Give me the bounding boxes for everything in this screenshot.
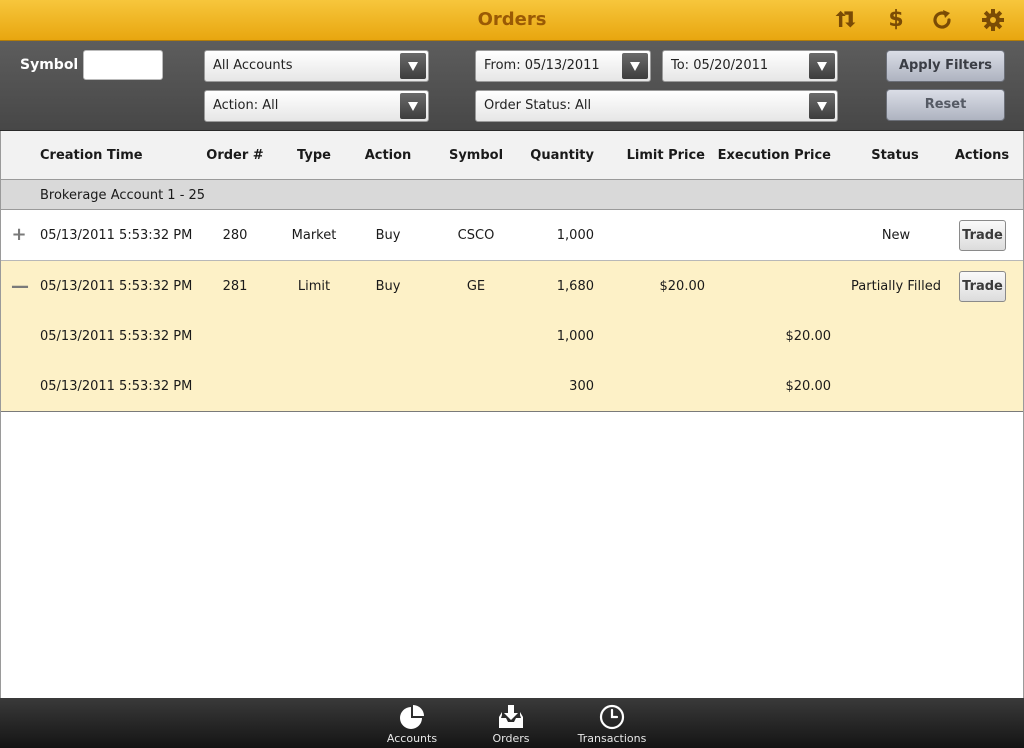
- reset-button[interactable]: Reset: [886, 89, 1005, 121]
- chevron-down-icon: [809, 53, 835, 79]
- column-header-status: Status: [871, 148, 919, 163]
- table-row[interactable]: + 05/13/2011 5:53:32 PM 280 Market Buy C…: [0, 210, 1024, 261]
- trade-button[interactable]: Trade: [959, 271, 1006, 302]
- execution-price: $20.00: [785, 329, 832, 344]
- order-symbol: CSCO: [457, 228, 495, 243]
- to-date-value: To: 05/20/2011: [671, 58, 769, 73]
- creation-time: 05/13/2011 5:53:32 PM: [40, 228, 193, 243]
- order-status-select[interactable]: Order Status: All: [475, 90, 838, 122]
- dollar-symbol: $: [888, 7, 904, 32]
- apply-filters-button[interactable]: Apply Filters: [886, 50, 1005, 82]
- bottom-tab-bar: Accounts Orders Transactions: [0, 698, 1024, 748]
- filter-bar: Symbol All Accounts Action: All From: 05…: [0, 41, 1024, 131]
- tab-transactions-label: Transactions: [577, 732, 647, 745]
- order-number: 281: [222, 279, 248, 294]
- clock-icon: [598, 703, 626, 731]
- symbol-input[interactable]: [83, 50, 163, 80]
- expand-icon[interactable]: +: [11, 226, 27, 244]
- execution-price: $20.00: [785, 379, 832, 394]
- collapse-icon[interactable]: —: [11, 278, 29, 296]
- column-header-creation-time: Creation Time: [40, 148, 143, 163]
- execution-quantity: 300: [569, 379, 594, 394]
- column-header-action: Action: [364, 148, 412, 163]
- from-date-select[interactable]: From: 05/13/2011: [475, 50, 651, 82]
- tab-orders-label: Orders: [492, 732, 530, 745]
- table-left-border: [0, 131, 1, 698]
- order-limit-price: $20.00: [659, 279, 706, 294]
- account-group-label: Brokerage Account 1 - 25: [40, 188, 206, 203]
- from-date-value: From: 05/13/2011: [484, 58, 600, 73]
- column-header-quantity: Quantity: [530, 148, 594, 163]
- order-quantity: 1,680: [556, 279, 594, 294]
- execution-quantity: 1,000: [556, 329, 594, 344]
- tab-accounts-label: Accounts: [386, 732, 438, 745]
- order-status: Partially Filled: [851, 279, 941, 294]
- order-type: Market: [291, 228, 337, 243]
- dollar-icon[interactable]: $: [884, 8, 908, 32]
- chevron-down-icon: [809, 93, 835, 119]
- order-type: Limit: [297, 279, 331, 294]
- gear-icon[interactable]: [981, 8, 1005, 32]
- column-header-execution-price: Execution Price: [717, 148, 831, 163]
- order-number: 280: [222, 228, 248, 243]
- to-date-select[interactable]: To: 05/20/2011: [662, 50, 838, 82]
- column-header-limit-price: Limit Price: [626, 148, 705, 163]
- table-row-expanded[interactable]: — 05/13/2011 5:53:32 PM 281 Limit Buy GE…: [0, 261, 1024, 412]
- order-status: New: [881, 228, 911, 243]
- column-header-type: Type: [297, 148, 331, 163]
- action-select-value: Action: All: [213, 98, 279, 113]
- creation-time: 05/13/2011 5:53:32 PM: [40, 279, 193, 294]
- tab-accounts[interactable]: Accounts: [367, 698, 457, 748]
- tab-orders[interactable]: Orders: [466, 698, 556, 748]
- page-title: Orders: [477, 9, 547, 30]
- column-header-actions: Actions: [954, 148, 1010, 163]
- execution-creation-time: 05/13/2011 5:53:32 PM: [40, 379, 193, 394]
- account-select[interactable]: All Accounts: [204, 50, 429, 82]
- inbox-download-icon: [497, 703, 525, 731]
- order-symbol: GE: [466, 279, 486, 294]
- chevron-down-icon: [400, 93, 426, 119]
- chevron-down-icon: [622, 53, 648, 79]
- swap-arrows-icon[interactable]: [834, 8, 858, 32]
- account-group-row: Brokerage Account 1 - 25: [0, 180, 1024, 210]
- table-header: Creation Time Order # Type Action Symbol…: [0, 131, 1024, 180]
- order-quantity: 1,000: [556, 228, 594, 243]
- order-action: Buy: [375, 228, 401, 243]
- order-action: Buy: [375, 279, 401, 294]
- action-select[interactable]: Action: All: [204, 90, 429, 122]
- column-header-order-number: Order #: [206, 148, 264, 163]
- chevron-down-icon: [400, 53, 426, 79]
- account-select-value: All Accounts: [213, 58, 293, 73]
- symbol-label: Symbol: [20, 57, 79, 73]
- execution-creation-time: 05/13/2011 5:53:32 PM: [40, 329, 193, 344]
- refresh-icon[interactable]: [930, 8, 954, 32]
- order-status-value: Order Status: All: [484, 98, 592, 113]
- column-header-symbol: Symbol: [448, 148, 504, 163]
- trade-button[interactable]: Trade: [959, 220, 1006, 251]
- tab-transactions[interactable]: Transactions: [567, 698, 657, 748]
- title-bar: Orders $: [0, 0, 1024, 41]
- pie-chart-icon: [398, 703, 426, 731]
